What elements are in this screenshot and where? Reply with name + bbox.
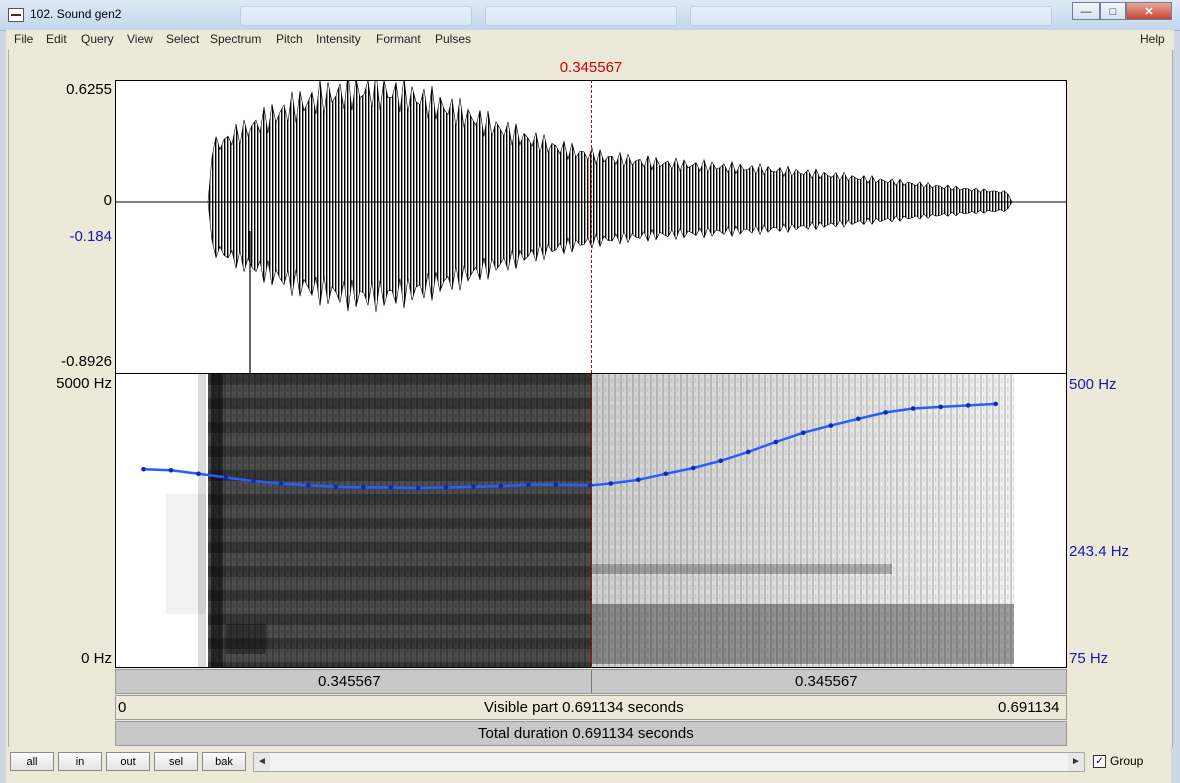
pitch-axis-min: 75 Hz bbox=[1069, 650, 1109, 667]
pitch-point bbox=[443, 485, 449, 490]
visible-part-label: Visible part 0.691134 seconds bbox=[484, 699, 684, 716]
visible-end-time: 0.691134 bbox=[998, 699, 1060, 716]
spectrogram-panel[interactable] bbox=[115, 374, 1067, 668]
pitch-point bbox=[416, 485, 421, 491]
menu-file[interactable]: File bbox=[14, 32, 33, 46]
menu-spectrum[interactable]: Spectrum bbox=[210, 32, 261, 46]
zoom-out-button[interactable]: out bbox=[106, 752, 150, 771]
visible-start-time: 0 bbox=[118, 699, 127, 716]
pitch-axis-mid: 243.4 Hz bbox=[1069, 543, 1130, 560]
pitch-point bbox=[361, 485, 366, 490]
pitch-point bbox=[168, 468, 174, 473]
background-window-ghost bbox=[240, 6, 472, 26]
group-checkbox[interactable]: ✓ bbox=[1093, 755, 1106, 768]
waveform-y-zero: 0 bbox=[103, 192, 112, 209]
pitch-point bbox=[801, 430, 806, 435]
background-window-ghost bbox=[690, 6, 1052, 26]
minimize-button[interactable]: — bbox=[1072, 2, 1100, 20]
menu-query[interactable]: Query bbox=[81, 32, 114, 46]
zoom-sel-button[interactable]: sel bbox=[154, 752, 198, 771]
window-left-edge bbox=[0, 30, 6, 783]
pitch-point bbox=[636, 477, 641, 483]
close-button[interactable]: ✕ bbox=[1126, 2, 1172, 20]
pitch-point bbox=[278, 481, 284, 486]
cursor-time-label: 0.345567 bbox=[559, 59, 623, 76]
pitch-point bbox=[196, 471, 201, 477]
scroll-right-arrow-icon[interactable]: ► bbox=[1068, 753, 1084, 771]
pitch-point bbox=[883, 410, 888, 415]
spectrogram-freq-max: 5000 Hz bbox=[56, 375, 112, 392]
waveform-panel[interactable] bbox=[115, 80, 1067, 374]
scroll-left-arrow-icon[interactable]: ◄ bbox=[254, 753, 270, 771]
selection-divider bbox=[591, 670, 592, 693]
menu-pitch[interactable]: Pitch bbox=[276, 32, 303, 46]
praat-window-icon bbox=[8, 8, 24, 22]
pitch-point bbox=[306, 483, 311, 488]
zoom-in-button[interactable]: in bbox=[58, 752, 102, 771]
pitch-point bbox=[965, 403, 971, 408]
pitch-point bbox=[691, 465, 696, 471]
spectrogram-svg bbox=[141, 374, 1014, 667]
spectrogram-texture bbox=[208, 374, 592, 667]
visible-part-bar[interactable]: 0 Visible part 0.691134 seconds 0.691134 bbox=[115, 695, 1067, 720]
pitch-point bbox=[773, 439, 779, 445]
spectrogram-low-band bbox=[592, 604, 1014, 664]
menu-view[interactable]: View bbox=[127, 32, 153, 46]
pitch-point bbox=[388, 485, 394, 490]
zoom-all-button[interactable]: all bbox=[10, 752, 54, 771]
window-title: 102. Sound gen2 bbox=[30, 7, 122, 21]
menu-formant[interactable]: Formant bbox=[376, 32, 421, 46]
spectrogram-noise bbox=[198, 374, 206, 667]
pitch-point bbox=[746, 449, 751, 455]
pitch-point bbox=[471, 484, 476, 489]
pitch-point bbox=[526, 482, 531, 488]
zoom-back-button[interactable]: bak bbox=[202, 752, 246, 771]
pitch-point bbox=[856, 416, 861, 422]
pitch-point bbox=[938, 404, 943, 410]
waveform-svg bbox=[116, 81, 1066, 373]
spectrogram-tail-band bbox=[592, 564, 892, 574]
menu-select[interactable]: Select bbox=[166, 32, 199, 46]
pitch-point bbox=[251, 478, 256, 484]
time-scrollbar[interactable]: ◄ ► bbox=[253, 752, 1085, 772]
selection-right-duration: 0.345567 bbox=[795, 673, 858, 690]
spectrogram-freq-min: 0 Hz bbox=[81, 650, 112, 667]
pitch-axis-max: 500 Hz bbox=[1069, 376, 1117, 393]
total-duration-bar[interactable]: Total duration 0.691134 seconds bbox=[115, 721, 1067, 746]
pitch-point bbox=[333, 484, 339, 489]
pitch-point bbox=[663, 471, 669, 477]
maximize-button[interactable]: □ bbox=[1100, 2, 1126, 20]
group-label: Group bbox=[1110, 754, 1144, 768]
waveform-signal bbox=[116, 81, 1064, 313]
pitch-point bbox=[498, 483, 504, 489]
pitch-point bbox=[993, 401, 998, 407]
title-bar[interactable]: 102. Sound gen2 — □ ✕ bbox=[0, 0, 1180, 31]
waveform-y-cursor: -0.184 bbox=[69, 228, 112, 245]
waveform-y-max: 0.6255 bbox=[66, 81, 112, 98]
menu-pulses[interactable]: Pulses bbox=[435, 32, 471, 46]
pitch-point bbox=[587, 483, 593, 488]
selection-bar[interactable]: 0.345567 0.345567 bbox=[115, 669, 1067, 694]
menu-edit[interactable]: Edit bbox=[46, 32, 67, 46]
waveform-y-min: -0.8926 bbox=[61, 353, 112, 370]
background-window-ghost bbox=[485, 6, 677, 26]
menu-intensity[interactable]: Intensity bbox=[316, 32, 361, 46]
total-duration-label: Total duration 0.691134 seconds bbox=[478, 725, 694, 742]
pitch-point bbox=[718, 458, 724, 464]
pitch-point bbox=[828, 423, 834, 428]
menu-bar: File Edit Query View Select Spectrum Pit… bbox=[6, 30, 1174, 50]
spectrogram-onset bbox=[211, 374, 223, 667]
pitch-point bbox=[553, 482, 559, 488]
pitch-point bbox=[141, 466, 146, 472]
selection-left-duration: 0.345567 bbox=[318, 673, 381, 690]
pitch-point bbox=[910, 406, 916, 411]
spectrogram-dark-spot bbox=[226, 624, 266, 654]
pitch-point bbox=[223, 475, 229, 480]
bottom-toolbar: all in out sel bak ◄ ► ✓ Group bbox=[8, 748, 1171, 778]
pitch-point bbox=[608, 481, 614, 486]
menu-help[interactable]: Help bbox=[1140, 32, 1165, 46]
